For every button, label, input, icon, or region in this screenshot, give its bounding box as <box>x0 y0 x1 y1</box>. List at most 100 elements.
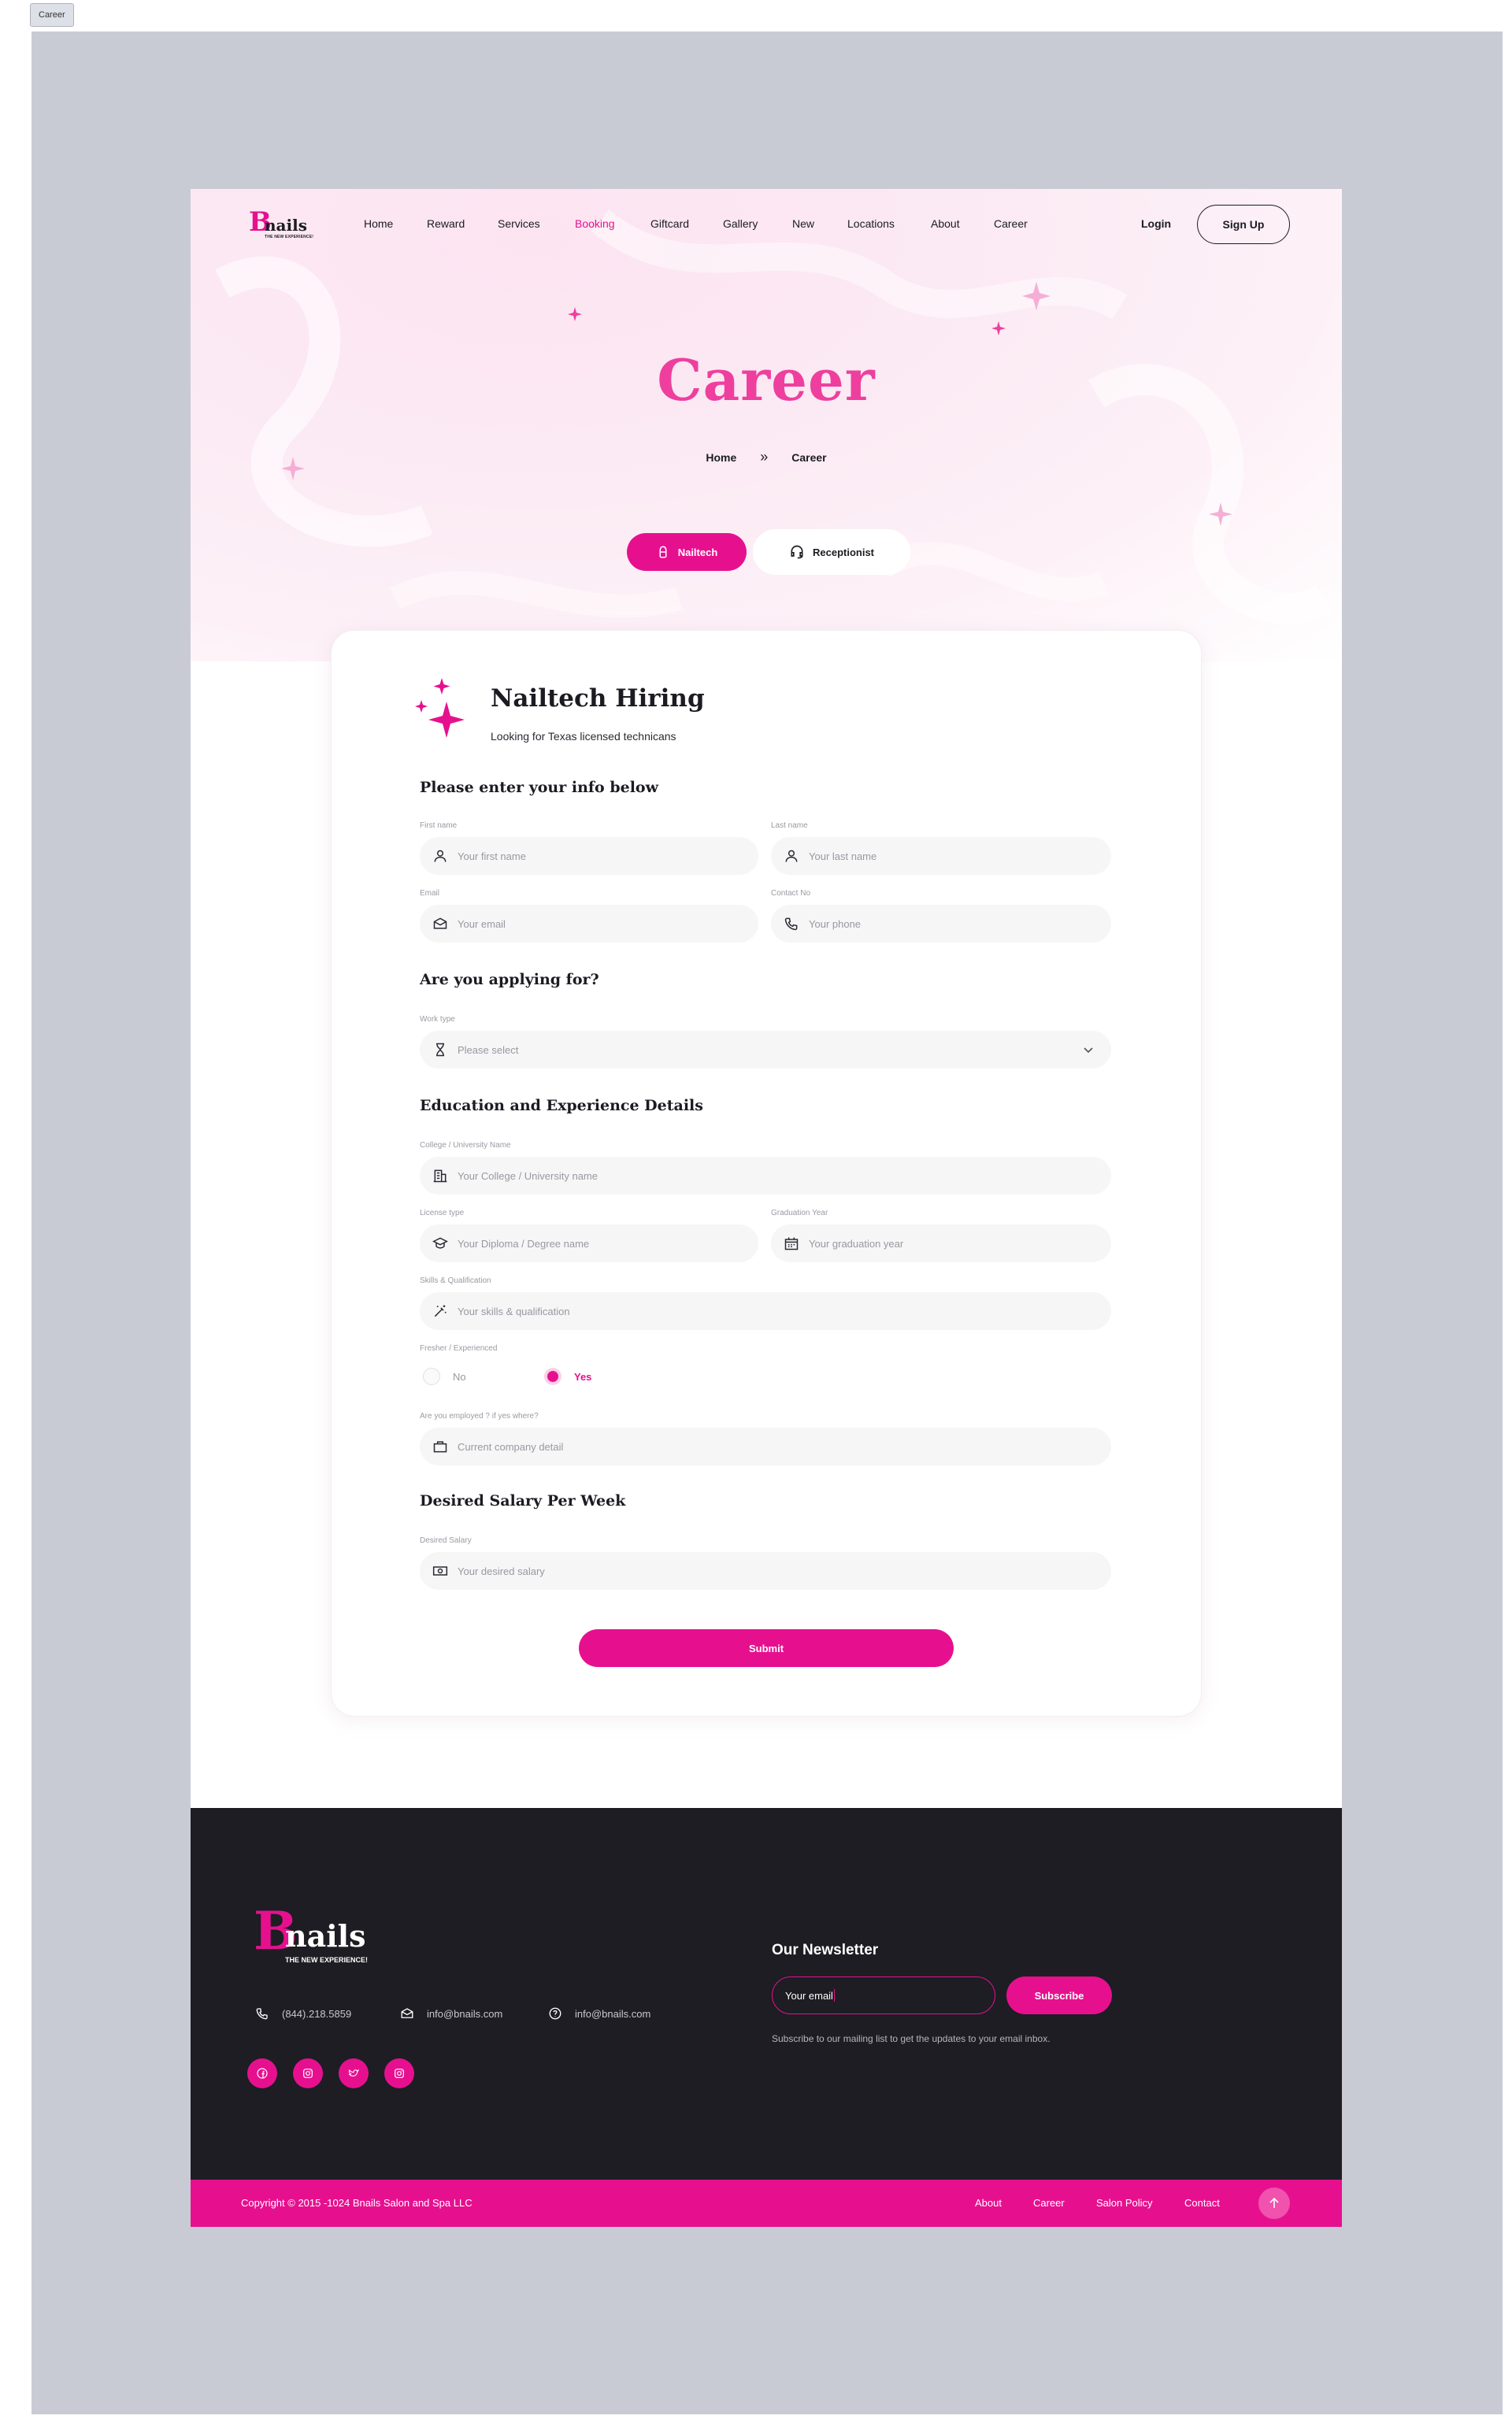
nav-new[interactable]: New <box>792 217 814 230</box>
nav-reward[interactable]: Reward <box>427 217 465 230</box>
email-label: Email <box>420 889 440 898</box>
radio-yes[interactable]: Yes <box>544 1368 591 1385</box>
salary-field[interactable]: Your desired salary <box>420 1552 1111 1590</box>
contact-label: Contact No <box>771 889 811 898</box>
envelope-icon <box>433 917 447 929</box>
employed-label: Are you employed ? if yes where? <box>420 1412 539 1421</box>
footer-logo[interactable]: B nails THE NEW EXPERIENCE! <box>254 1901 387 1967</box>
brand-logo[interactable]: B nails THE NEW EXPERIENCE! <box>249 206 320 241</box>
footer-link-contact[interactable]: Contact <box>1184 2197 1220 2209</box>
tab-nailtech-label: Nailtech <box>677 546 718 558</box>
section-heading-salary: Desired Salary Per Week <box>420 1492 626 1510</box>
top-navigation: B nails THE NEW EXPERIENCE! Home Reward … <box>191 189 1342 258</box>
page-title: Career <box>657 346 876 413</box>
phone-icon <box>256 2008 268 2020</box>
footer-logo-wordmark: nails <box>285 1918 366 1954</box>
nav-giftcard[interactable]: Giftcard <box>650 217 689 230</box>
nav-locations[interactable]: Locations <box>847 217 895 230</box>
scroll-to-top-button[interactable] <box>1258 2188 1290 2219</box>
grad-year-placeholder: Your graduation year <box>809 1237 904 1250</box>
calendar-icon <box>784 1237 799 1250</box>
nav-career[interactable]: Career <box>994 217 1028 230</box>
login-link[interactable]: Login <box>1141 217 1171 230</box>
headset-icon <box>791 545 803 559</box>
nav-about[interactable]: About <box>931 217 960 230</box>
first-name-label: First name <box>420 821 458 830</box>
email-field[interactable]: Your email <box>420 905 758 943</box>
instagram-icon[interactable] <box>384 2058 414 2088</box>
tab-receptionist-label: Receptionist <box>812 546 874 558</box>
breadcrumb-current: Career <box>791 450 827 464</box>
newsletter-email-value: Your email <box>785 1989 833 2002</box>
footer-link-career[interactable]: Career <box>1033 2197 1065 2209</box>
grad-year-label: Graduation Year <box>771 1209 828 1217</box>
nav-gallery[interactable]: Gallery <box>723 217 758 230</box>
envelope-icon <box>401 2008 413 2018</box>
grad-year-field[interactable]: Your graduation year <box>771 1224 1111 1262</box>
license-field[interactable]: Your Diploma / Degree name <box>420 1224 758 1262</box>
contact-field[interactable]: Your phone <box>771 905 1111 943</box>
help-circle-icon <box>549 2007 561 2020</box>
salary-label: Desired Salary <box>420 1536 472 1545</box>
college-field[interactable]: Your College / University name <box>420 1157 1111 1195</box>
signup-button[interactable]: Sign Up <box>1197 205 1290 244</box>
skills-field[interactable]: Your skills & qualification <box>420 1292 1111 1330</box>
breadcrumb: Home » Career <box>191 449 1342 465</box>
radio-circle-unchecked <box>423 1368 440 1385</box>
radio-circle-checked <box>544 1368 561 1385</box>
last-name-field[interactable]: Your last name <box>771 837 1111 875</box>
work-type-select[interactable]: Please select <box>420 1031 1111 1069</box>
subscribe-button[interactable]: Subscribe <box>1006 1976 1112 2014</box>
submit-button[interactable]: Submit <box>579 1629 954 1667</box>
frame-label: Career <box>30 3 74 27</box>
footer-phone-text: (844).218.5859 <box>282 2007 352 2020</box>
college-placeholder: Your College / University name <box>458 1169 598 1182</box>
breadcrumb-home[interactable]: Home <box>706 451 736 464</box>
graduation-cap-icon <box>432 1237 448 1249</box>
work-type-placeholder: Please select <box>458 1043 519 1056</box>
footer-email-text: info@bnails.com <box>427 2007 503 2020</box>
newsletter-email-input[interactable]: Your email <box>772 1976 995 2014</box>
footer-support[interactable]: info@bnails.com <box>548 2006 650 2021</box>
sparkle-icon <box>568 307 582 321</box>
social-links <box>247 2058 414 2088</box>
employed-placeholder: Current company detail <box>458 1440 564 1453</box>
footer-phone[interactable]: (844).218.5859 <box>255 2006 351 2021</box>
nav-services[interactable]: Services <box>498 217 540 230</box>
text-cursor <box>833 1989 835 2002</box>
form-title: Nailtech Hiring <box>491 684 705 713</box>
user-icon <box>785 850 798 862</box>
salary-placeholder: Your desired salary <box>458 1565 545 1577</box>
decorative-swirls <box>215 209 1334 624</box>
tab-receptionist[interactable]: Receptionist <box>753 529 910 575</box>
chevron-down-icon <box>1084 1047 1093 1054</box>
career-page: B nails THE NEW EXPERIENCE! Home Reward … <box>191 189 1342 2227</box>
footer-link-salon-policy[interactable]: Salon Policy <box>1096 2197 1153 2209</box>
first-name-field[interactable]: Your first name <box>420 837 758 875</box>
instagram-icon[interactable] <box>293 2058 323 2088</box>
contact-placeholder: Your phone <box>809 917 862 930</box>
nav-booking[interactable]: Booking <box>575 217 615 230</box>
twitter-icon[interactable] <box>339 2058 369 2088</box>
user-icon <box>434 850 447 862</box>
logo-wordmark: nails <box>265 216 307 235</box>
radio-no-label: No <box>453 1370 466 1383</box>
newsletter-note: Subscribe to our mailing list to get the… <box>772 2033 1051 2044</box>
footer-email[interactable]: info@bnails.com <box>400 2006 502 2021</box>
footer-support-text: info@bnails.com <box>575 2007 651 2020</box>
facebook-icon[interactable] <box>247 2058 277 2088</box>
copyright-bar: Copyright © 2015 -1024 Bnails Salon and … <box>191 2180 1342 2227</box>
hourglass-icon <box>436 1043 444 1057</box>
footer: B nails THE NEW EXPERIENCE! (844).218.58… <box>191 1808 1342 2180</box>
artboard-background: B nails THE NEW EXPERIENCE! Home Reward … <box>32 31 1503 2414</box>
sparkles-icon <box>415 678 465 738</box>
footer-link-about[interactable]: About <box>975 2197 1002 2209</box>
nav-home[interactable]: Home <box>364 217 393 230</box>
employed-field[interactable]: Current company detail <box>420 1428 1111 1465</box>
radio-no[interactable]: No <box>423 1368 466 1385</box>
work-type-label: Work type <box>420 1015 455 1024</box>
copyright-text: Copyright © 2015 -1024 Bnails Salon and … <box>241 2197 472 2209</box>
tab-nailtech[interactable]: Nailtech <box>627 533 747 571</box>
radio-yes-label: Yes <box>574 1370 592 1383</box>
logo-tagline: THE NEW EXPERIENCE! <box>265 235 314 239</box>
